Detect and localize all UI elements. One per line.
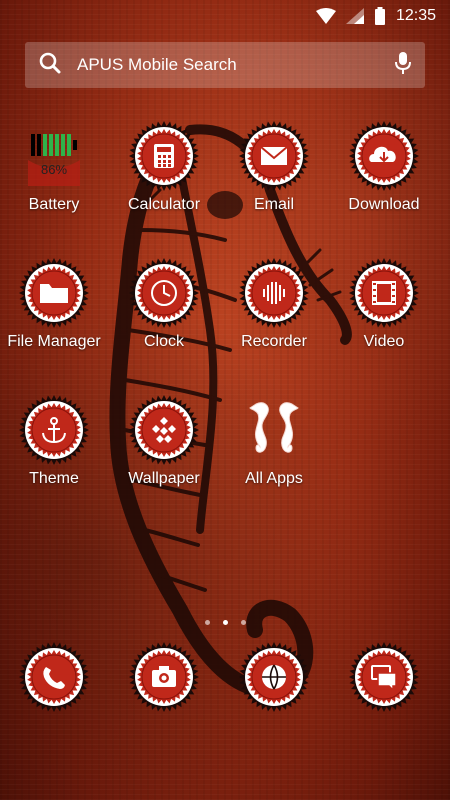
status-bar: 12:35	[0, 0, 450, 32]
app-clock[interactable]: Clock	[109, 257, 219, 377]
app-video[interactable]: Video	[329, 257, 439, 377]
app-recorder[interactable]: Recorder	[219, 257, 329, 377]
battery-widget-icon	[18, 120, 90, 192]
phone-icon	[18, 641, 90, 717]
camera-icon	[128, 641, 200, 717]
search-label[interactable]: APUS Mobile Search	[77, 55, 395, 75]
app-label: Calculator	[127, 196, 201, 213]
app-all-apps[interactable]: All Apps	[219, 394, 329, 514]
app-label: Wallpaper	[128, 470, 200, 487]
search-icon[interactable]	[39, 52, 61, 78]
app-file-manager[interactable]: File Manager	[0, 257, 109, 377]
app-label: Clock	[143, 333, 184, 350]
wifi-icon	[315, 8, 336, 24]
app-wallpaper[interactable]: Wallpaper	[109, 394, 219, 514]
dock-phone[interactable]	[18, 641, 90, 717]
browser-icon	[238, 641, 310, 717]
app-battery[interactable]: 86% Battery	[0, 120, 109, 240]
page-dot[interactable]	[204, 620, 210, 625]
battery-icon	[374, 7, 386, 25]
app-label: File Manager	[7, 333, 101, 350]
app-calculator[interactable]: Calculator	[109, 120, 219, 240]
app-label: Video	[363, 333, 405, 350]
app-download[interactable]: Download	[329, 120, 439, 240]
video-icon	[348, 257, 420, 329]
page-dot-active[interactable]	[222, 620, 228, 625]
recorder-icon	[238, 257, 310, 329]
app-label: Recorder	[241, 333, 307, 350]
clock-icon	[128, 257, 200, 329]
app-label: Download	[348, 196, 420, 213]
signal-icon	[345, 8, 364, 24]
messages-icon	[348, 641, 420, 717]
app-label: Battery	[28, 196, 80, 213]
search-bar[interactable]: APUS Mobile Search	[25, 42, 425, 88]
anchor-icon	[18, 394, 90, 466]
app-email[interactable]: Email	[219, 120, 329, 240]
email-icon	[238, 120, 310, 192]
page-indicator	[0, 620, 450, 625]
dock-camera[interactable]	[128, 641, 200, 717]
download-icon	[348, 120, 420, 192]
app-label: Theme	[29, 470, 79, 487]
battery-percent: 86%	[40, 162, 68, 177]
dock-messages[interactable]	[348, 641, 420, 717]
clock-time: 12:35	[395, 7, 436, 24]
page-dot[interactable]	[240, 620, 246, 625]
app-theme[interactable]: Theme	[0, 394, 109, 514]
app-label: Email	[253, 196, 294, 213]
calculator-icon	[128, 120, 200, 192]
wallpaper-icon	[128, 394, 200, 466]
folder-icon	[18, 257, 90, 329]
dock-browser[interactable]	[238, 641, 310, 717]
mic-icon[interactable]	[395, 51, 411, 79]
app-label: All Apps	[245, 470, 303, 487]
seahorse-icon	[238, 394, 310, 466]
